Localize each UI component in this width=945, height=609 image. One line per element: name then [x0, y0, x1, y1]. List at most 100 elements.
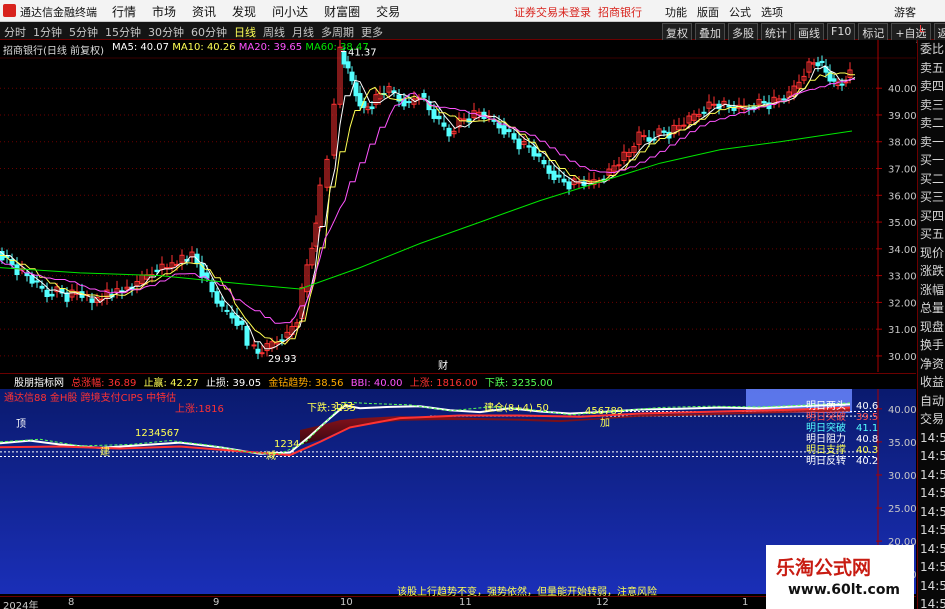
indicator-subtitle: 通达信88 金H股 跨境支付CIPS 中特估 — [4, 391, 176, 404]
quote-item[interactable]: 卖二 — [918, 114, 945, 133]
quote-item[interactable]: 14:5 — [918, 521, 945, 540]
candle-body — [566, 181, 572, 190]
menu-item-options[interactable]: 选项 — [761, 4, 783, 20]
indicator-down: 下跌: 3235.00 — [484, 378, 553, 389]
period-tab-6[interactable]: 日线 — [234, 24, 256, 40]
finance-marker: 财 — [438, 359, 448, 372]
quote-item[interactable]: 14:5 — [918, 503, 945, 522]
quote-item[interactable]: 14:5 — [918, 484, 945, 503]
period-tab-0[interactable]: 分时 — [4, 24, 26, 40]
candle-body — [551, 170, 557, 180]
menu-bar: 通达信金融终端 行情 市场 资讯 发现 问小达 财富圈 交易 证券交易未登录 招… — [0, 0, 945, 22]
candle-body — [646, 137, 652, 142]
menu-item-quotes[interactable]: 行情 — [112, 3, 136, 20]
quote-item[interactable]: 自动 — [918, 392, 945, 411]
menu-item-ask[interactable]: 问小达 — [272, 3, 308, 20]
panel-badge[interactable]: L — [919, 24, 925, 35]
quote-item[interactable]: 买四 — [918, 207, 945, 226]
quote-item[interactable]: 买二 — [918, 170, 945, 189]
candle-body — [353, 82, 359, 97]
period-tab-3[interactable]: 15分钟 — [105, 24, 141, 40]
ind-tick-label: 25.00 — [888, 504, 916, 515]
menu-item-market[interactable]: 市场 — [152, 3, 176, 20]
next-day-label: 明日突破 — [806, 410, 846, 423]
period-tab-2[interactable]: 5分钟 — [69, 24, 98, 40]
menu-item-discover[interactable]: 发现 — [232, 3, 256, 20]
menu-item-trade[interactable]: 交易 — [376, 3, 400, 20]
menu-item-wealth[interactable]: 财富圈 — [324, 3, 360, 20]
top-signal-label: 顶 — [16, 418, 26, 430]
quote-item[interactable]: 14:5 — [918, 447, 945, 466]
indicator-name[interactable]: 股朋指标网 — [14, 378, 64, 389]
quote-item[interactable]: 卖四 — [918, 77, 945, 96]
sequence-c-label: 456789 — [585, 406, 623, 417]
quote-item[interactable]: 卖五 — [918, 59, 945, 78]
candle-body — [536, 153, 542, 157]
candle-body — [349, 71, 355, 82]
quote-item[interactable]: 14:5 — [918, 429, 945, 448]
candle-body — [701, 111, 707, 114]
quote-item[interactable]: 14:5 — [918, 558, 945, 577]
quote-item[interactable]: 换手 — [918, 336, 945, 355]
ma20-label: MA20: 39.65 — [238, 42, 303, 53]
time-label-jan: 1 — [742, 597, 749, 608]
period-tab-8[interactable]: 月线 — [292, 24, 314, 40]
menu-item-formula[interactable]: 公式 — [729, 4, 751, 20]
app-title: 通达信金融终端 — [20, 6, 97, 19]
candle-body — [561, 178, 567, 183]
candle-body — [446, 127, 452, 137]
guest-user[interactable]: 游客 — [894, 4, 916, 20]
candle-body — [219, 300, 225, 307]
ma5-label: MA5: 40.07 — [112, 42, 170, 53]
indicator-trend: 金钻趋势: 38.56 — [268, 378, 344, 389]
period-tab-9[interactable]: 多周期 — [321, 24, 354, 40]
quote-item[interactable]: 卖一 — [918, 133, 945, 152]
kline-chart[interactable]: 40.00 39.00 38.00 37.00 36.00 35.00 34.00 33.00… — [0, 40, 916, 372]
quote-item[interactable]: 总量 — [918, 299, 945, 318]
trade-login-notice[interactable]: 证券交易未登录 招商银行 — [514, 4, 642, 20]
candle-body — [406, 101, 412, 104]
quote-item[interactable]: 买三 — [918, 188, 945, 207]
ma10-label: MA10: 40.26 — [172, 42, 236, 53]
candle-body — [531, 146, 537, 157]
quote-item[interactable]: 涨幅 — [918, 281, 945, 300]
main-menu: 行情 市场 资讯 发现 问小达 财富圈 交易 — [112, 3, 400, 20]
quote-item[interactable]: 14:5 — [918, 466, 945, 485]
quote-item[interactable]: 委比 — [918, 40, 945, 59]
quote-item[interactable]: 卖三 — [918, 96, 945, 115]
quote-item[interactable]: 14:5 — [918, 540, 945, 559]
quote-item[interactable]: 现盘 — [918, 318, 945, 337]
candle-body — [14, 264, 20, 276]
candle-body — [726, 105, 732, 108]
period-tab-10[interactable]: 更多 — [361, 24, 383, 40]
quote-item[interactable]: 买五 — [918, 225, 945, 244]
quote-item[interactable]: 买一 — [918, 151, 945, 170]
menu-item-layout[interactable]: 版面 — [697, 4, 719, 20]
watermark-url: www.60lt.com — [788, 582, 901, 598]
candle-body — [154, 269, 160, 273]
quote-item[interactable]: 净资 — [918, 355, 945, 374]
next-day-levels: 明日两头 40.6 明日突破 39.5 明日突破 41.1 明日阻力 40.8 明日支撑 40.3… — [806, 400, 878, 467]
price-tick-label: 39.00 — [888, 111, 916, 122]
menu-item-function[interactable]: 功能 — [665, 4, 687, 20]
quote-item[interactable]: 收益 — [918, 373, 945, 392]
quote-item[interactable]: 涨跌 — [918, 262, 945, 281]
period-tab-4[interactable]: 30分钟 — [148, 24, 184, 40]
quote-item[interactable]: 14:5 — [918, 595, 945, 609]
next-day-value: 40.6 — [856, 401, 878, 412]
ma-legend: MA5: 40.07 MA10: 40.26 MA20: 39.65 MA60:… — [112, 42, 369, 53]
candle-body — [546, 165, 552, 174]
low-price-label: 29.93 — [268, 354, 297, 365]
candle-body — [229, 312, 235, 319]
quote-item[interactable]: 14:5 — [918, 577, 945, 596]
quote-item[interactable]: 交易 — [918, 410, 945, 429]
candle-body — [641, 135, 647, 138]
candle-body — [224, 309, 230, 312]
menu-item-news[interactable]: 资讯 — [192, 3, 216, 20]
period-tab-5[interactable]: 60分钟 — [191, 24, 227, 40]
quote-item[interactable]: 现价 — [918, 244, 945, 263]
period-tab-7[interactable]: 周线 — [263, 24, 285, 40]
price-tick-label: 36.00 — [888, 191, 916, 202]
candle-body — [244, 325, 250, 346]
period-tab-1[interactable]: 1分钟 — [33, 24, 62, 40]
